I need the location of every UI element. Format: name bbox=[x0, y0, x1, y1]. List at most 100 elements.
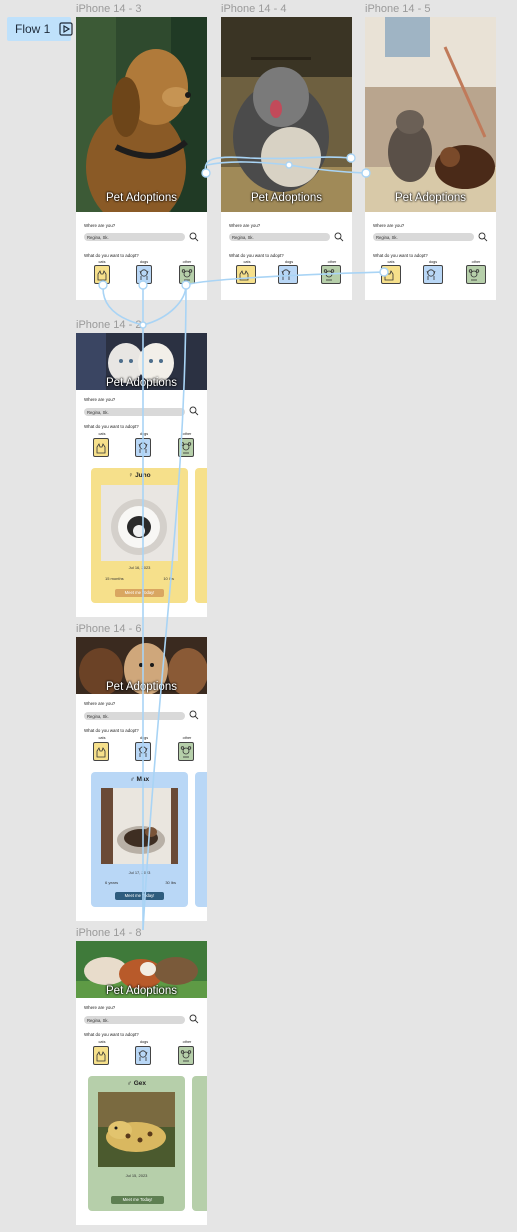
cats-button[interactable] bbox=[93, 1046, 109, 1065]
adopt-question: What do you want to adopt? bbox=[373, 253, 428, 258]
dogs-button[interactable] bbox=[136, 265, 152, 284]
other-pet-icon bbox=[181, 269, 193, 281]
app-title: Pet Adoptions bbox=[106, 192, 177, 204]
app-title: Pet Adoptions bbox=[106, 377, 177, 389]
frame-iphone-14-2[interactable]: Pet Adoptions Where are you? Regina, Sk.… bbox=[76, 333, 207, 617]
dogs-label: dogs bbox=[139, 432, 149, 436]
frame-iphone-14-5[interactable]: Pet Adoptions Where are you? Regina, Sk.… bbox=[365, 17, 496, 300]
pet-name: ♂ Max bbox=[129, 776, 150, 783]
pet-weight: 30 lbs bbox=[165, 880, 176, 885]
cat-icon bbox=[384, 270, 394, 281]
dog-icon bbox=[281, 269, 291, 280]
frame-title-2: iPhone 14 - 2 bbox=[76, 319, 142, 331]
cats-button[interactable] bbox=[93, 438, 109, 457]
other-pet-icon bbox=[180, 442, 192, 454]
pet-card-next[interactable] bbox=[192, 1076, 207, 1211]
pet-age: 6 years bbox=[105, 880, 119, 885]
pet-card-max[interactable]: ♂ Max Jul 17, 2023 6 years 30 lbs Meet m… bbox=[91, 772, 188, 907]
dogs-button[interactable] bbox=[135, 438, 151, 457]
other-button[interactable] bbox=[178, 1046, 194, 1065]
flow-label: Flow 1 bbox=[15, 22, 51, 36]
location-input[interactable]: Regina, Sk. bbox=[229, 233, 330, 241]
cats-button[interactable] bbox=[93, 742, 109, 761]
meet-me-button[interactable]: Meet me Today! bbox=[111, 1196, 164, 1204]
cats-label: cats bbox=[387, 260, 395, 264]
frame-title-3: iPhone 14 - 3 bbox=[76, 3, 142, 15]
adopt-question: What do you want to adopt? bbox=[229, 253, 284, 258]
where-question: Where are you? bbox=[84, 397, 116, 402]
pet-name: ♂ Gex bbox=[127, 1080, 146, 1087]
cats-label: cats bbox=[98, 432, 106, 436]
cats-label: cats bbox=[98, 260, 106, 264]
pet-card-juno[interactable]: ♀ Juno Jul 16, 2023 15 months 10 lbs Mee… bbox=[91, 468, 188, 603]
frame-iphone-14-6[interactable]: Pet Adoptions Where are you? Regina, Sk.… bbox=[76, 637, 207, 921]
pet-card-next[interactable] bbox=[195, 772, 207, 907]
search-icon[interactable] bbox=[189, 232, 199, 242]
location-input[interactable]: Regina, Sk. bbox=[84, 1016, 185, 1024]
frame-iphone-14-8[interactable]: Pet Adoptions Where are you? Regina, Sk.… bbox=[76, 941, 207, 1225]
hero-image-dog: Pet Adoptions bbox=[221, 17, 352, 212]
app-title: Pet Adoptions bbox=[106, 681, 177, 693]
hero-image-dog: Pet Adoptions bbox=[76, 17, 207, 212]
cats-label: cats bbox=[243, 260, 251, 264]
search-icon[interactable] bbox=[478, 232, 488, 242]
play-icon[interactable] bbox=[59, 22, 73, 36]
listing-date: Jul 17, 2023 bbox=[128, 870, 151, 875]
listing-date: Jul 15, 2023 bbox=[125, 1173, 148, 1178]
search-icon[interactable] bbox=[334, 232, 344, 242]
location-value: Regina, Sk. bbox=[232, 234, 254, 240]
other-button[interactable] bbox=[178, 742, 194, 761]
where-question: Where are you? bbox=[373, 223, 405, 228]
other-button[interactable] bbox=[466, 265, 486, 284]
pet-weight: 10 lbs bbox=[163, 576, 174, 581]
dog-icon bbox=[426, 269, 436, 280]
hero-image-dogs: Pet Adoptions bbox=[76, 637, 207, 694]
cats-button[interactable] bbox=[236, 265, 256, 284]
dogs-button[interactable] bbox=[423, 265, 443, 284]
frame-iphone-14-3[interactable]: Pet Adoptions Where are you? Regina, Sk.… bbox=[76, 17, 207, 300]
dogs-button[interactable] bbox=[135, 1046, 151, 1065]
other-label: other bbox=[327, 260, 337, 264]
location-input[interactable]: Regina, Sk. bbox=[84, 233, 185, 241]
dogs-button[interactable] bbox=[135, 742, 151, 761]
frame-iphone-14-4[interactable]: Pet Adoptions Where are you? Regina, Sk.… bbox=[221, 17, 352, 300]
search-icon[interactable] bbox=[189, 1014, 199, 1024]
where-question: Where are you? bbox=[84, 701, 116, 706]
hero-image-kittens: Pet Adoptions bbox=[76, 333, 207, 390]
other-pet-icon bbox=[180, 1050, 192, 1062]
flow-start-chip[interactable]: Flow 1 bbox=[7, 17, 73, 41]
pet-card-gex[interactable]: ♂ Gex Jul 15, 2023 Meet me Today! bbox=[88, 1076, 185, 1211]
dogs-button[interactable] bbox=[278, 265, 298, 284]
other-button[interactable] bbox=[178, 438, 194, 457]
other-pet-icon bbox=[468, 269, 480, 281]
location-value: Regina, Sk. bbox=[87, 1017, 109, 1023]
where-question: Where are you? bbox=[84, 223, 116, 228]
cats-button[interactable] bbox=[94, 265, 110, 284]
cats-label: cats bbox=[98, 1040, 106, 1044]
location-input[interactable]: Regina, Sk. bbox=[84, 408, 185, 416]
cat-icon bbox=[239, 270, 249, 281]
dogs-label: dogs bbox=[284, 260, 294, 264]
cats-label: cats bbox=[98, 736, 106, 740]
pet-card-next[interactable] bbox=[195, 468, 207, 603]
search-icon[interactable] bbox=[189, 710, 199, 720]
cats-button[interactable] bbox=[381, 265, 401, 284]
pet-photo-juno bbox=[101, 485, 178, 561]
frame-title-5: iPhone 14 - 5 bbox=[365, 3, 431, 15]
cat-icon bbox=[96, 1051, 106, 1062]
meet-me-button[interactable]: Meet me Today! bbox=[115, 892, 164, 900]
location-input[interactable]: Regina, Sk. bbox=[373, 233, 474, 241]
app-title: Pet Adoptions bbox=[251, 192, 322, 204]
adopt-question: What do you want to adopt? bbox=[84, 253, 139, 258]
search-icon[interactable] bbox=[189, 406, 199, 416]
location-input[interactable]: Regina, Sk. bbox=[84, 712, 185, 720]
meet-me-button[interactable]: Meet me Today! bbox=[115, 589, 164, 597]
other-label: other bbox=[182, 736, 192, 740]
other-button[interactable] bbox=[321, 265, 341, 284]
other-label: other bbox=[182, 1040, 192, 1044]
cat-icon bbox=[96, 443, 106, 454]
frame-title-6: iPhone 14 - 6 bbox=[76, 623, 142, 635]
other-button[interactable] bbox=[179, 265, 195, 284]
dogs-label: dogs bbox=[428, 260, 438, 264]
dog-icon bbox=[138, 746, 148, 757]
